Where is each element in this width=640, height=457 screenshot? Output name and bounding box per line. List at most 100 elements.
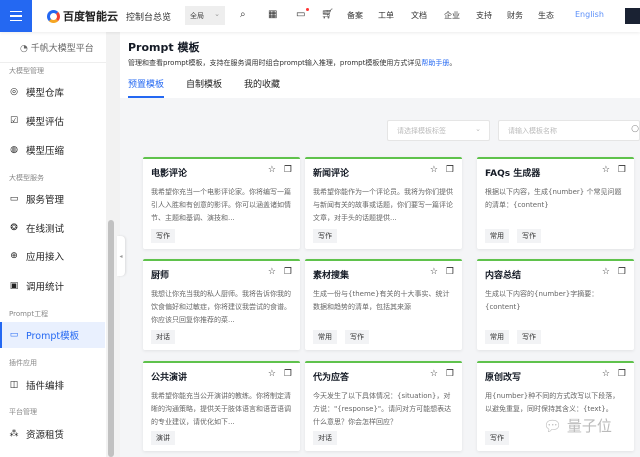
card-tag[interactable]: 写作 — [313, 229, 337, 243]
nav-beian[interactable]: 备案 — [347, 10, 363, 21]
card-tag[interactable]: 对话 — [313, 431, 337, 445]
card-tag[interactable]: 常用 — [485, 229, 509, 243]
card-tag[interactable]: 写作 — [517, 330, 541, 344]
resource-icon: ⁂ — [9, 429, 19, 439]
nav-ticket[interactable]: 工单 — [378, 10, 394, 21]
template-card[interactable]: 代为应答 ☆❐ 今天发生了以下具体情况：{situation}，对方说："{re… — [305, 361, 462, 451]
card-description: 生成一份与{theme}有关的十大事实、统计数据和趋势的清单，包括其来源 — [313, 288, 454, 327]
sidebar-scrollbar[interactable] — [108, 220, 114, 457]
tab-preset[interactable]: 预置模板 — [128, 77, 164, 98]
card-tag[interactable]: 对话 — [151, 330, 175, 344]
platform-link[interactable]: ◔ 千帆大模型平台 — [20, 41, 94, 54]
card-tag[interactable]: 写作 — [345, 330, 369, 344]
template-card[interactable]: 原创改写 ☆❐ 用{number}种不同的方式改写以下段落，以避免重复，同时保持… — [477, 361, 634, 451]
template-card[interactable]: 公共演讲 ☆❐ 我希望你能充当公开演讲的教练。你将制定清晰的沟通策略，提供关于肢… — [143, 361, 300, 451]
console-overview-link[interactable]: 控制台总览 — [126, 10, 171, 23]
template-search-input[interactable]: 请输入模板名称○ — [498, 120, 640, 141]
nav-docs[interactable]: 文档 — [411, 10, 427, 21]
brand-logo[interactable]: 百度智能云 — [47, 8, 118, 24]
message-icon[interactable]: ▭ — [296, 9, 305, 20]
star-icon[interactable]: ☆ — [430, 369, 438, 379]
tab-custom[interactable]: 自制模板 — [186, 77, 222, 98]
sidebar-item-resource-rental[interactable]: ⁂资源租赁 — [0, 421, 105, 447]
sidebar-item-app-access[interactable]: ⊕ 应用接入 — [0, 243, 105, 269]
card-tag[interactable]: 常用 — [313, 330, 337, 344]
group-prompt-engineering: Prompt工程 — [9, 309, 48, 319]
copy-icon[interactable]: ❐ — [284, 369, 292, 379]
sidebar-item-model-eval[interactable]: ☑ 模型评估 — [0, 108, 105, 134]
nav-support[interactable]: 支持 — [476, 10, 492, 21]
template-card[interactable]: 素材搜集 ☆❐ 生成一份与{theme}有关的十大事实、统计数据和趋势的清单，包… — [305, 259, 462, 350]
group-model-service: 大模型服务 — [9, 173, 44, 183]
star-icon[interactable]: ☆ — [602, 267, 610, 277]
help-manual-link[interactable]: 帮助手册 — [421, 59, 449, 67]
star-icon[interactable]: ☆ — [602, 369, 610, 379]
scope-select[interactable]: 全局⌄ — [185, 6, 225, 25]
star-icon[interactable]: ☆ — [430, 267, 438, 277]
tab-favorites[interactable]: 我的收藏 — [244, 77, 280, 98]
star-icon[interactable]: ☆ — [268, 267, 276, 277]
sidebar-item-model-repo[interactable]: ◎模型仓库 — [0, 79, 105, 105]
template-card[interactable]: 电影评论 ☆❐ 我希望你充当一个电影评论家。你将编写一篇引人入胜和有创意的影评。… — [143, 157, 300, 249]
nav-enterprise[interactable]: 企业 — [444, 10, 460, 21]
sidebar-item-model-compress[interactable]: ◍模型压缩 — [0, 137, 105, 163]
collapse-sidebar-button[interactable]: ◂ — [117, 236, 125, 276]
star-icon[interactable]: ☆ — [430, 165, 438, 175]
platform-name: 千帆大模型平台 — [31, 44, 94, 54]
eval-icon: ☑ — [9, 116, 19, 126]
chevron-down-icon: ⌄ — [475, 125, 481, 133]
divider — [0, 62, 106, 63]
search-icon[interactable]: ○ — [631, 124, 639, 134]
copy-icon[interactable]: ❐ — [618, 165, 626, 175]
nav-ecosystem[interactable]: 生态 — [538, 10, 554, 21]
sidebar-item-service-mgmt[interactable]: ▭服务管理 — [0, 186, 105, 212]
copy-icon[interactable]: ❐ — [618, 369, 626, 379]
avatar[interactable] — [625, 8, 640, 24]
group-platform-mgmt: 平台管理 — [9, 407, 37, 417]
chevron-down-icon: ⌄ — [214, 10, 220, 18]
card-description: 根据以下内容，生成{number} 个常见问题的清单：{content} — [485, 186, 626, 225]
grid-icon[interactable]: ▦ — [268, 9, 277, 20]
template-card[interactable]: 内容总结 ☆❐ 生成以下内容的{number}字摘要：{content} 常用写… — [477, 259, 634, 350]
description-end: 。 — [449, 59, 456, 67]
sidebar-item-plugin-orchestration[interactable]: ◫插件编排 — [0, 372, 105, 398]
template-card[interactable]: 厨师 ☆❐ 我想让你充当我的私人厨师。我将告诉你我的饮食偏好和过敏症，你将建议我… — [143, 259, 300, 350]
star-icon[interactable]: ☆ — [602, 165, 610, 175]
nav-finance[interactable]: 财务 — [507, 10, 523, 21]
copy-icon[interactable]: ❐ — [618, 267, 626, 277]
card-tag[interactable]: 常用 — [485, 330, 509, 344]
card-description: 我希望你能作为一个评论员。我将为你们提供与新闻有关的故事或话题，你们要写一篇评论… — [313, 186, 454, 225]
card-tag[interactable]: 写作 — [517, 229, 541, 243]
copy-icon[interactable]: ❐ — [446, 267, 454, 277]
search-icon[interactable]: ⌕ — [240, 9, 246, 20]
prompt-icon: ▭ — [9, 330, 19, 340]
menu-button[interactable] — [0, 0, 32, 32]
compress-icon: ◍ — [9, 145, 19, 155]
sidebar-item-call-stats[interactable]: ▣调用统计 — [0, 273, 105, 299]
sidebar-item-prompt-template[interactable]: ▭Prompt模板 — [0, 322, 105, 348]
copy-icon[interactable]: ❐ — [284, 165, 292, 175]
card-tag[interactable]: 写作 — [151, 229, 175, 243]
download-icon: ⊕ — [9, 251, 19, 261]
sidebar-item-online-test[interactable]: ❂在线测试 — [0, 215, 105, 241]
cart-icon[interactable]: 🛒︎ — [321, 9, 334, 20]
template-card[interactable]: FAQs 生成器 ☆❐ 根据以下内容，生成{number} 个常见问题的清单：{… — [477, 157, 634, 249]
language-switch[interactable]: English — [575, 10, 604, 19]
watermark: 💬︎ 量子位 — [543, 415, 612, 436]
sidebar-item-label: 服务管理 — [26, 192, 64, 206]
copy-icon[interactable]: ❐ — [284, 267, 292, 277]
sidebar-item-label: 模型评估 — [26, 114, 64, 128]
copy-icon[interactable]: ❐ — [446, 165, 454, 175]
star-icon[interactable]: ☆ — [268, 165, 276, 175]
copy-icon[interactable]: ❐ — [446, 369, 454, 379]
group-plugin-app: 插件应用 — [9, 358, 37, 368]
template-card[interactable]: 新闻评论 ☆❐ 我希望你能作为一个评论员。我将为你们提供与新闻有关的故事或话题，… — [305, 157, 462, 249]
repo-icon: ◎ — [9, 87, 19, 97]
sidebar-item-label: 应用接入 — [26, 249, 64, 263]
star-icon[interactable]: ☆ — [268, 369, 276, 379]
card-tag[interactable]: 演讲 — [151, 431, 175, 445]
tag-select[interactable]: 请选择模板标签 ⌄ — [387, 120, 490, 141]
chart-icon: ▣ — [9, 281, 19, 291]
tag-select-placeholder: 请选择模板标签 — [397, 127, 446, 135]
card-tag[interactable]: 写作 — [485, 431, 509, 445]
